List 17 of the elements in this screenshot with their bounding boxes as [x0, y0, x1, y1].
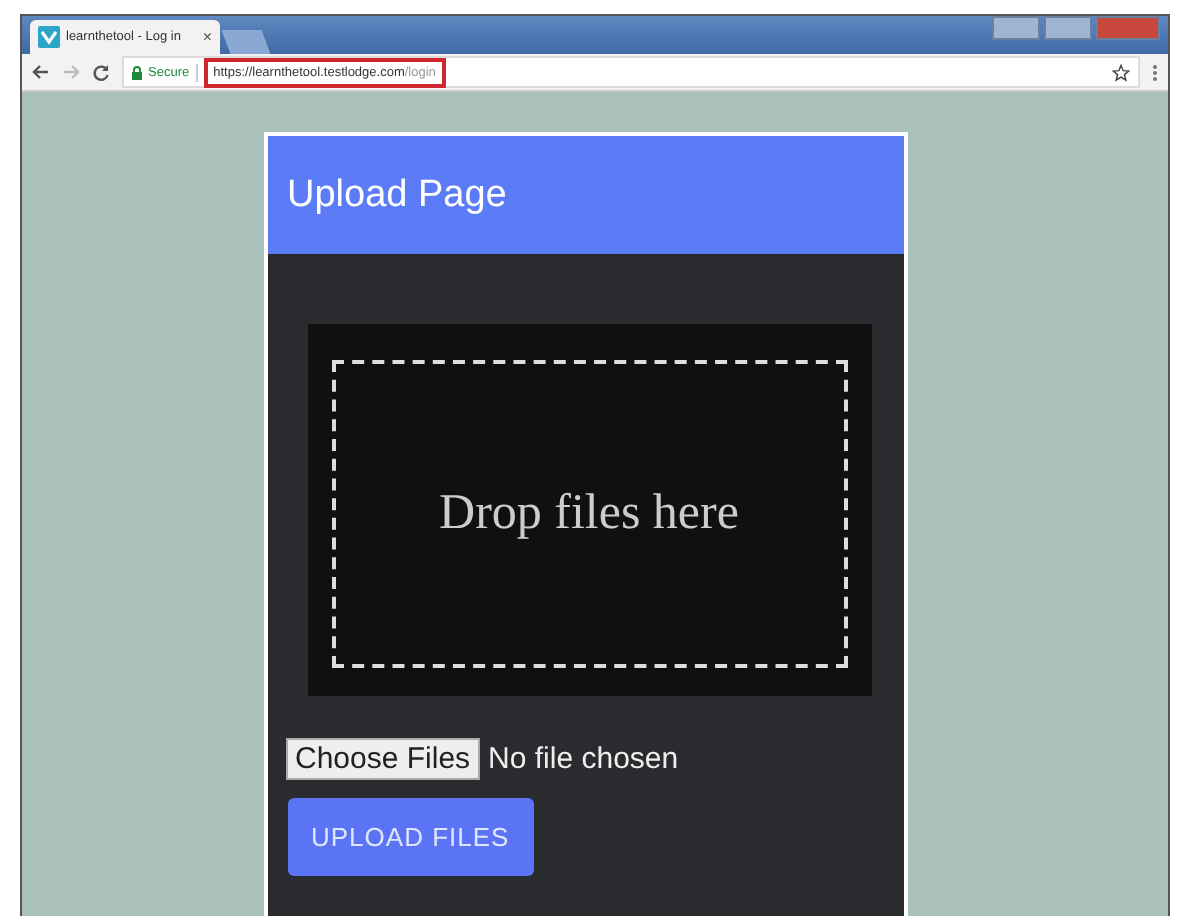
- forward-arrow-icon[interactable]: [62, 64, 80, 80]
- new-tab-button[interactable]: [221, 30, 271, 54]
- drop-zone[interactable]: Drop files here: [307, 324, 871, 696]
- close-button[interactable]: [1096, 16, 1160, 40]
- file-status-text: No file chosen: [488, 742, 679, 776]
- page-title: Upload Page: [287, 173, 507, 217]
- lock-icon: [132, 65, 142, 79]
- back-arrow-icon[interactable]: [32, 64, 50, 80]
- reload-icon[interactable]: [92, 63, 110, 81]
- menu-icon[interactable]: [1152, 63, 1158, 81]
- site-logo-icon: [38, 26, 60, 48]
- maximize-button[interactable]: [1044, 16, 1092, 40]
- bookmark-star-icon[interactable]: [1112, 63, 1130, 81]
- minimize-button[interactable]: [992, 16, 1040, 40]
- choose-files-button[interactable]: Choose Files: [285, 738, 481, 780]
- tab-close-button[interactable]: ×: [202, 28, 212, 46]
- drop-zone-text: Drop files here: [439, 486, 739, 542]
